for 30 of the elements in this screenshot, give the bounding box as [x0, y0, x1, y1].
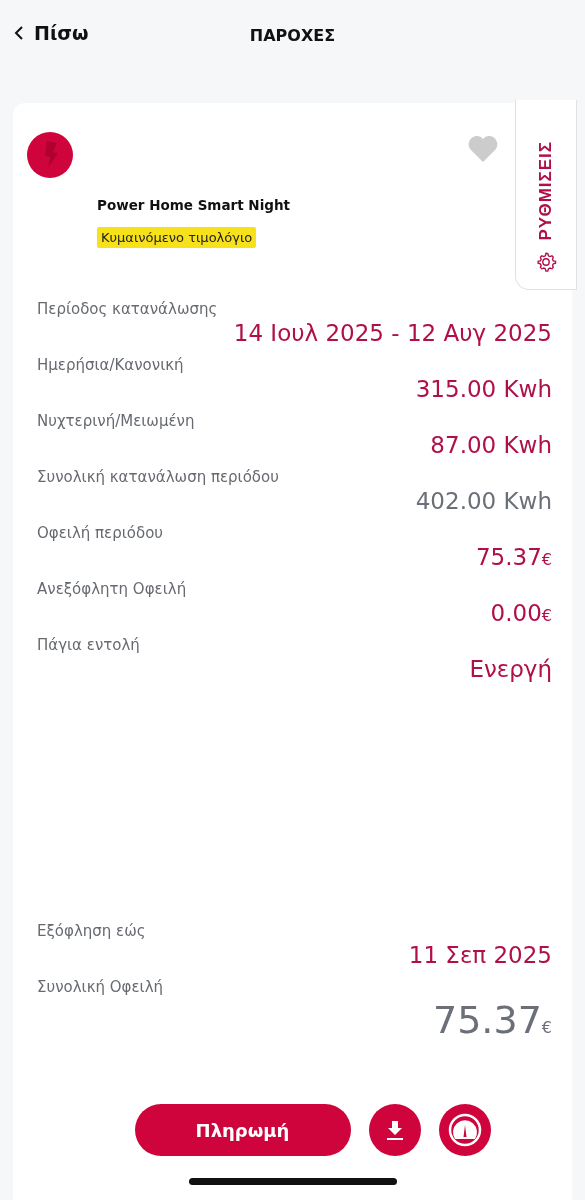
- detail-label: Συνολική κατανάλωση περιόδου: [37, 468, 279, 486]
- detail-label: Ανεξόφλητη Οφειλή: [37, 580, 187, 598]
- detail-label: Πάγια εντολή: [37, 636, 140, 654]
- detail-label: Οφειλή περιόδου: [37, 524, 163, 542]
- detail-value: Ενεργή: [469, 656, 552, 682]
- detail-label: Νυχτερινή/Μειωμένη: [37, 412, 195, 430]
- bolt-logo-icon: [27, 132, 73, 178]
- due-date-label: Εξόφληση εώς: [37, 922, 146, 940]
- chevron-left-icon: [14, 25, 24, 41]
- detail-value: 315.00 Kwh: [415, 376, 552, 402]
- detail-value: 14 Ιουλ 2025 - 12 Αυγ 2025: [233, 320, 552, 346]
- detail-value: 0.00€: [490, 600, 552, 626]
- detail-value: 87.00 Kwh: [430, 432, 552, 458]
- detail-value: 402.00 Kwh: [415, 488, 552, 514]
- detail-value: 75.37€: [475, 544, 552, 570]
- total-label: Συνολική Οφειλή: [37, 978, 164, 996]
- download-button[interactable]: [368, 1104, 421, 1156]
- tariff-tag: Κυμαινόμενο τιμολόγιο: [97, 227, 257, 248]
- total-amount: 75.37€: [433, 998, 552, 1042]
- back-button[interactable]: Πίσω: [14, 22, 89, 44]
- detail-label: Ημερήσια/Κανονική: [37, 356, 184, 374]
- meter-button[interactable]: [438, 1104, 491, 1156]
- due-date-value: 11 Σεπ 2025: [408, 942, 552, 968]
- plan-name: Power Home Smart Night: [97, 197, 290, 213]
- page-title: ΠΑΡΟΧΕΣ: [249, 25, 336, 45]
- settings-icon: [535, 251, 557, 273]
- pay-button[interactable]: Πληρωμή: [134, 1104, 351, 1156]
- gauge-icon: [447, 1113, 482, 1147]
- detail-label: Περίοδος κατανάλωσης: [37, 300, 218, 318]
- settings-tab[interactable]: ΡΥΘΜΙΣΕΙΣ: [515, 100, 577, 290]
